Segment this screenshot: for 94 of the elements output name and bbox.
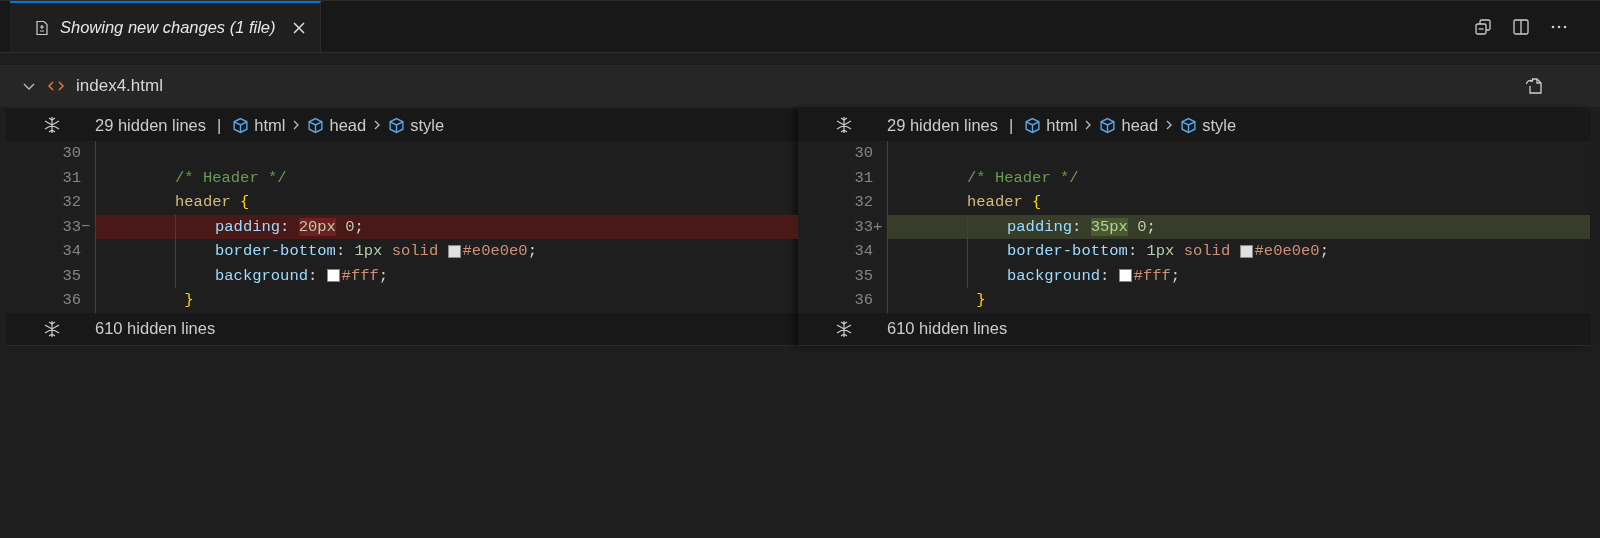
unfold-icon[interactable] <box>43 116 61 134</box>
code-value: 35px <box>1090 217 1128 236</box>
code-value: 0 <box>1137 217 1147 236</box>
breadcrumb-item[interactable]: html <box>232 115 286 135</box>
breadcrumb-item[interactable]: style <box>1180 115 1237 135</box>
color-swatch[interactable] <box>1239 244 1253 258</box>
code-brace: } <box>184 291 194 310</box>
diff-file-icon <box>34 19 50 36</box>
code-value: #fff <box>341 266 379 285</box>
code-value: 20px <box>298 217 336 236</box>
color-swatch[interactable] <box>326 269 340 283</box>
diff-marker: + <box>873 217 883 236</box>
unfold-icon[interactable] <box>835 116 853 134</box>
line-number: 34 <box>853 242 873 261</box>
code-property: background <box>1007 266 1100 285</box>
code-property: padding <box>215 217 281 236</box>
cube-icon <box>1024 116 1042 134</box>
code-punctuation: ; <box>354 217 364 236</box>
code-property: border-bottom <box>215 242 336 261</box>
line-number: 33 <box>853 217 873 236</box>
code-punctuation: : <box>1127 242 1138 261</box>
cube-icon <box>388 116 406 134</box>
chevron-right-icon <box>373 119 382 131</box>
code-punctuation: : <box>335 242 346 261</box>
breadcrumb-item[interactable]: head <box>307 115 367 135</box>
separator: | <box>1009 115 1014 135</box>
code-file-icon <box>48 80 64 92</box>
split-editor-icon[interactable] <box>1512 17 1530 36</box>
hidden-lines-link[interactable]: 610 hidden lines <box>887 319 1008 338</box>
line-number: 31 <box>61 168 81 187</box>
breadcrumb-item[interactable]: html <box>1024 115 1078 135</box>
hidden-lines-link[interactable]: 610 hidden lines <box>95 319 216 338</box>
cube-icon <box>1099 116 1117 134</box>
code-brace: { <box>1032 193 1042 212</box>
collapse-all-icon[interactable] <box>1474 17 1492 36</box>
code-property: padding <box>1007 217 1073 236</box>
code-selector: header <box>175 193 231 212</box>
line-number: 32 <box>61 193 81 212</box>
line-number: 30 <box>61 144 81 163</box>
open-file-icon[interactable] <box>1524 76 1544 96</box>
code-value: solid <box>1183 242 1231 261</box>
code-value: #e0e0e0 <box>462 242 528 261</box>
code-punctuation: : <box>1100 266 1110 285</box>
code-property: border-bottom <box>1007 242 1128 261</box>
more-icon[interactable] <box>1550 23 1568 30</box>
breadcrumb-item[interactable]: head <box>1099 115 1159 135</box>
code-value: 1px <box>1146 242 1175 261</box>
file-name: index4.html <box>76 76 163 96</box>
tab-title: Showing new changes (1 file) <box>60 18 276 37</box>
cube-icon <box>307 116 325 134</box>
code-punctuation: ; <box>378 266 389 285</box>
line-number: 36 <box>853 291 873 310</box>
code-brace: { <box>240 193 250 212</box>
line-number: 34 <box>61 242 81 261</box>
line-number: 36 <box>61 291 81 310</box>
code-punctuation: ; <box>1319 242 1329 261</box>
chevron-right-icon <box>1165 119 1174 131</box>
separator: | <box>217 115 222 135</box>
line-number: 32 <box>853 193 873 212</box>
diff-marker: − <box>81 217 91 236</box>
unfold-icon[interactable] <box>835 319 853 338</box>
code-comment: /* Header */ <box>175 168 287 187</box>
close-icon[interactable] <box>291 20 306 35</box>
color-swatch[interactable] <box>447 244 461 258</box>
code-punctuation: : <box>308 266 318 285</box>
unfold-icon[interactable] <box>43 319 61 338</box>
cube-icon <box>232 116 250 134</box>
code-punctuation: : <box>280 217 290 236</box>
cube-icon <box>1180 116 1198 134</box>
hidden-lines-link[interactable]: 29 hidden lines <box>95 115 206 135</box>
hidden-lines-link[interactable]: 29 hidden lines <box>887 115 998 135</box>
code-punctuation: ; <box>1146 217 1156 236</box>
code-punctuation: ; <box>1170 266 1181 285</box>
code-value: #fff <box>1133 266 1171 285</box>
color-swatch[interactable] <box>1118 269 1132 283</box>
chevron-right-icon <box>292 119 301 131</box>
code-value: #e0e0e0 <box>1254 242 1320 261</box>
chevron-right-icon <box>1084 119 1093 131</box>
line-number: 33 <box>61 217 81 236</box>
breadcrumb-item[interactable]: style <box>388 115 445 135</box>
code-comment: /* Header */ <box>967 168 1079 187</box>
line-number: 35 <box>853 266 873 285</box>
code-punctuation: : <box>1072 217 1082 236</box>
editor-tab[interactable]: Showing new changes (1 file) <box>10 1 321 52</box>
code-property: background <box>215 266 308 285</box>
line-number: 30 <box>853 144 873 163</box>
code-value: 1px <box>354 242 383 261</box>
code-punctuation: ; <box>527 242 537 261</box>
code-value: 0 <box>345 217 355 236</box>
code-selector: header <box>967 193 1023 212</box>
code-value: solid <box>391 242 439 261</box>
code-brace: } <box>976 291 986 310</box>
line-number: 35 <box>61 266 81 285</box>
line-number: 31 <box>853 168 873 187</box>
